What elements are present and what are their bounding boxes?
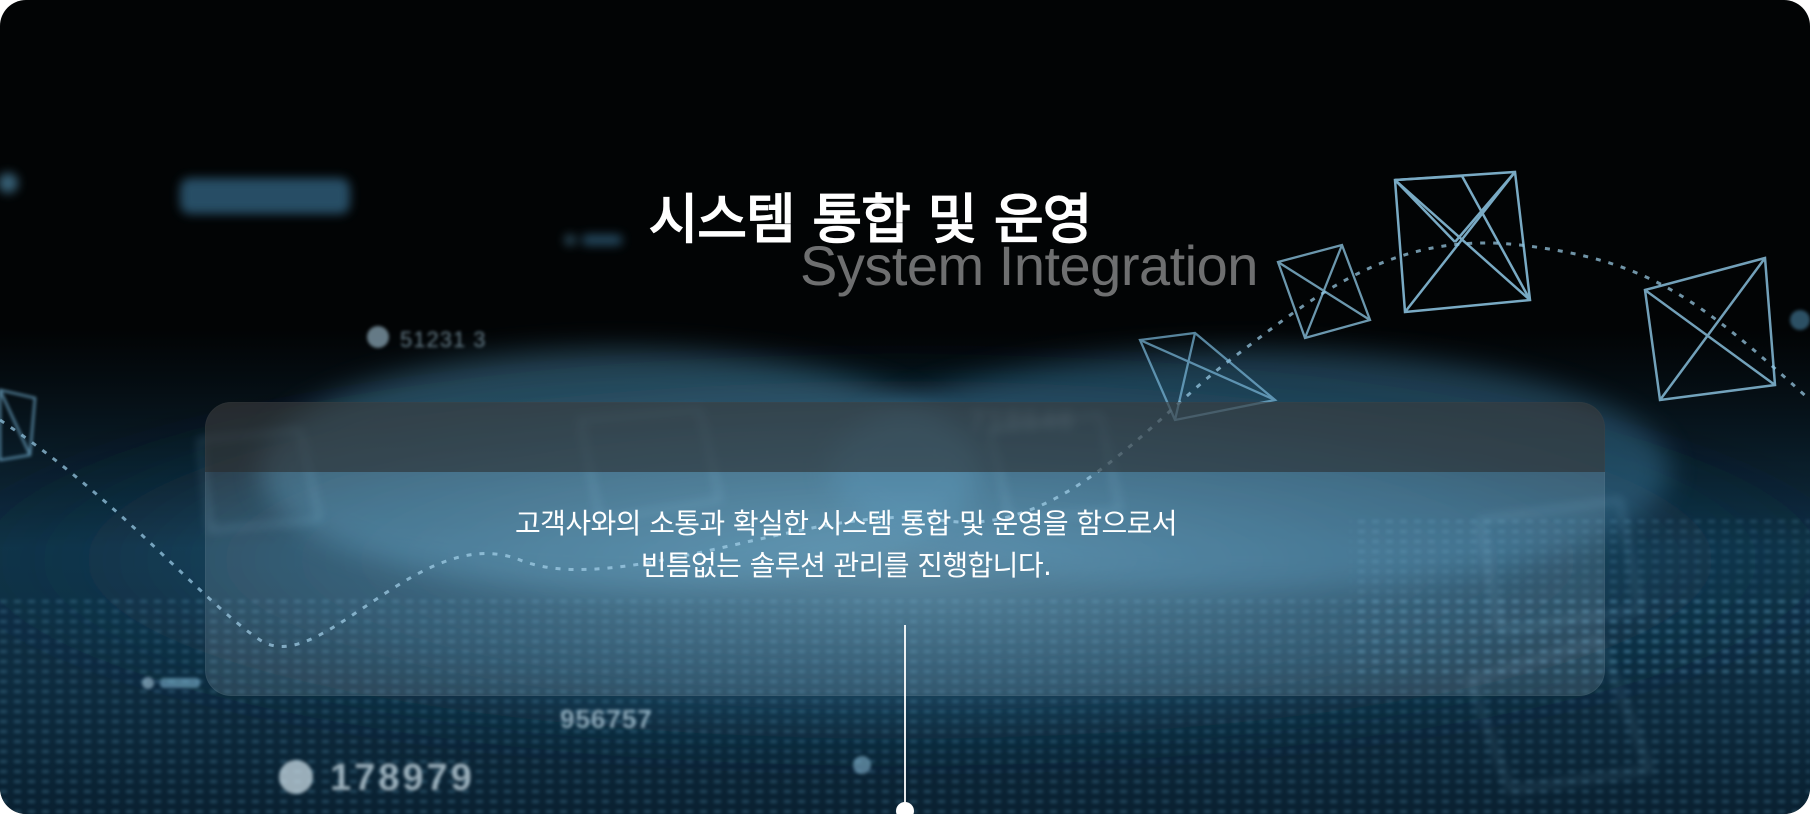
scroll-indicator-line bbox=[904, 625, 906, 805]
description-line: 고객사와의 소통과 확실한 시스템 통합 및 운영을 함으로서 bbox=[515, 507, 1178, 540]
svg-text:956757: 956757 bbox=[560, 704, 653, 734]
svg-text:178979: 178979 bbox=[330, 757, 475, 799]
description-text: 고객사와의 소통과 확실한 시스템 통합 및 운영을 함으로서 빈틈없는 솔루션… bbox=[0, 503, 1810, 587]
hero-section: 51231 3 178979 956757 718646 시스템 통합 및 운영… bbox=[0, 0, 1810, 814]
svg-text:51231 3: 51231 3 bbox=[400, 327, 487, 352]
scroll-indicator-dot[interactable] bbox=[896, 802, 914, 814]
description-line: 빈틈없는 솔루션 관리를 진행합니다. bbox=[640, 549, 1052, 582]
description-card-header-band bbox=[205, 402, 1605, 472]
page-title: 시스템 통합 및 운영 bbox=[648, 188, 1093, 251]
